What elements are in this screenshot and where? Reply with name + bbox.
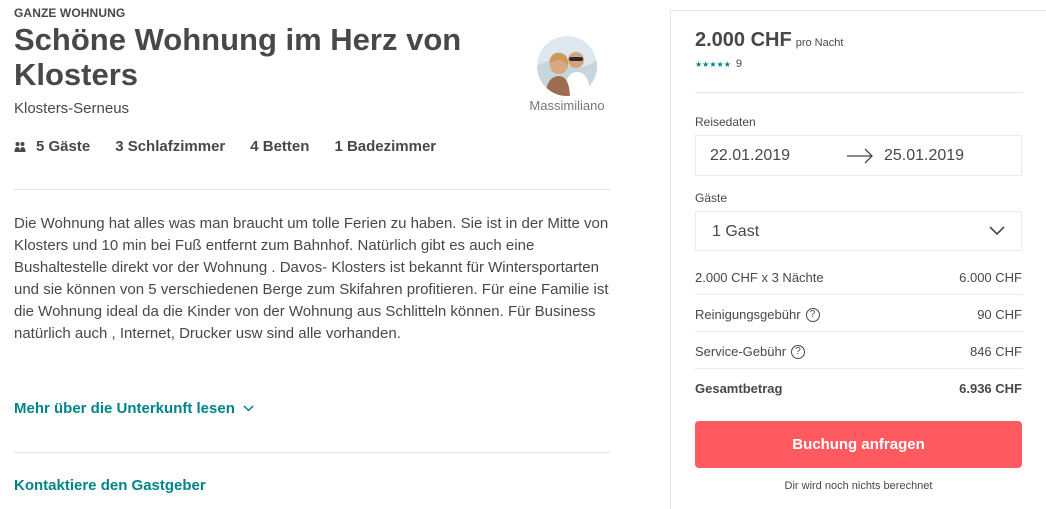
guests-select[interactable]: 1 Gast [695,211,1022,251]
row-divider [695,294,1023,295]
price-line-service: Service-Gebühr ? 846 CHF [695,344,1022,359]
fact-bedrooms: 3 Schlafzimmer [115,138,226,155]
service-fee-label: Service-Gebühr [695,344,787,359]
listing-description: Die Wohnung hat alles was man braucht um… [14,215,609,342]
per-night-label: pro Nacht [795,37,844,49]
contact-host-link[interactable]: Kontaktiere den Gastgeber [14,477,206,494]
request-booking-button[interactable]: Buchung anfragen [695,421,1022,468]
service-fee-value: 846 CHF [969,344,1022,359]
date-range-picker[interactable]: 22.01.2019 25.01.2019 [695,135,1022,176]
read-more-label: Mehr über die Unterkunft lesen [14,400,235,417]
booking-panel: 2.000 CHF pro Nacht ★★★★★ 9 Reisedaten 2… [670,10,1046,509]
service-fee-row-label: Service-Gebühr ? [695,344,806,359]
price-line-nights: 2.000 CHF x 3 Nächte 6.000 CHF [695,270,1022,285]
cleaning-fee-row-label: Reinigungsgebühr ? [695,307,820,322]
no-charge-note: Dir wird noch nichts berechnet [784,480,933,492]
host-name[interactable]: Massimiliano [524,98,610,113]
fact-beds: 4 Betten [250,138,310,155]
section-divider [14,452,610,453]
listing-location[interactable]: Klosters-Serneus [14,100,129,117]
price-line-cleaning: Reinigungsgebühr ? 90 CHF [695,307,1022,322]
listing-facts: 5 Gäste 3 Schlafzimmer 4 Betten 1 Badezi… [14,138,461,155]
help-icon[interactable]: ? [805,307,820,322]
row-divider [695,368,1023,369]
price-line-value: 6.000 CHF [959,270,1022,285]
dates-label: Reisedaten [695,115,756,129]
host-profile[interactable]: Massimiliano [524,36,610,113]
chevron-down-icon [989,226,1005,236]
section-divider [14,189,610,190]
check-out-date[interactable]: 25.01.2019 [884,147,964,165]
avatar-photo [537,36,597,96]
row-divider [695,331,1023,332]
guests-value: 1 Gast [712,223,760,240]
listing-title: Schöne Wohnung im Herz von Klosters [14,22,462,92]
star-icon: ★★★★★ [695,59,731,69]
price-total: Gesamtbetrag 6.936 CHF [695,381,1022,396]
help-icon[interactable]: ? [791,344,806,359]
total-value: 6.936 CHF [959,381,1022,396]
rating[interactable]: ★★★★★ 9 [695,58,742,70]
cleaning-fee-label: Reinigungsgebühr [695,307,801,322]
chevron-down-icon [243,405,254,412]
listing-kind: GANZE WOHNUNG [14,6,126,20]
guests-icon [14,141,26,152]
fact-bathrooms: 1 Badezimmer [334,138,437,155]
guests-label: Gäste [695,191,728,205]
panel-divider [695,92,1023,93]
check-in-date[interactable]: 22.01.2019 [710,147,790,165]
price-line-label: 2.000 CHF x 3 Nächte [695,270,824,285]
read-more-link[interactable]: Mehr über die Unterkunft lesen [14,400,254,417]
arrow-right-icon [847,148,873,164]
price-row: 2.000 CHF pro Nacht [695,29,843,52]
nightly-price: 2.000 CHF [695,29,792,51]
host-avatar[interactable] [537,36,597,96]
review-count: 9 [735,58,742,70]
total-label: Gesamtbetrag [695,381,783,396]
fact-guests: 5 Gäste [36,138,91,155]
cleaning-fee-value: 90 CHF [977,307,1022,322]
